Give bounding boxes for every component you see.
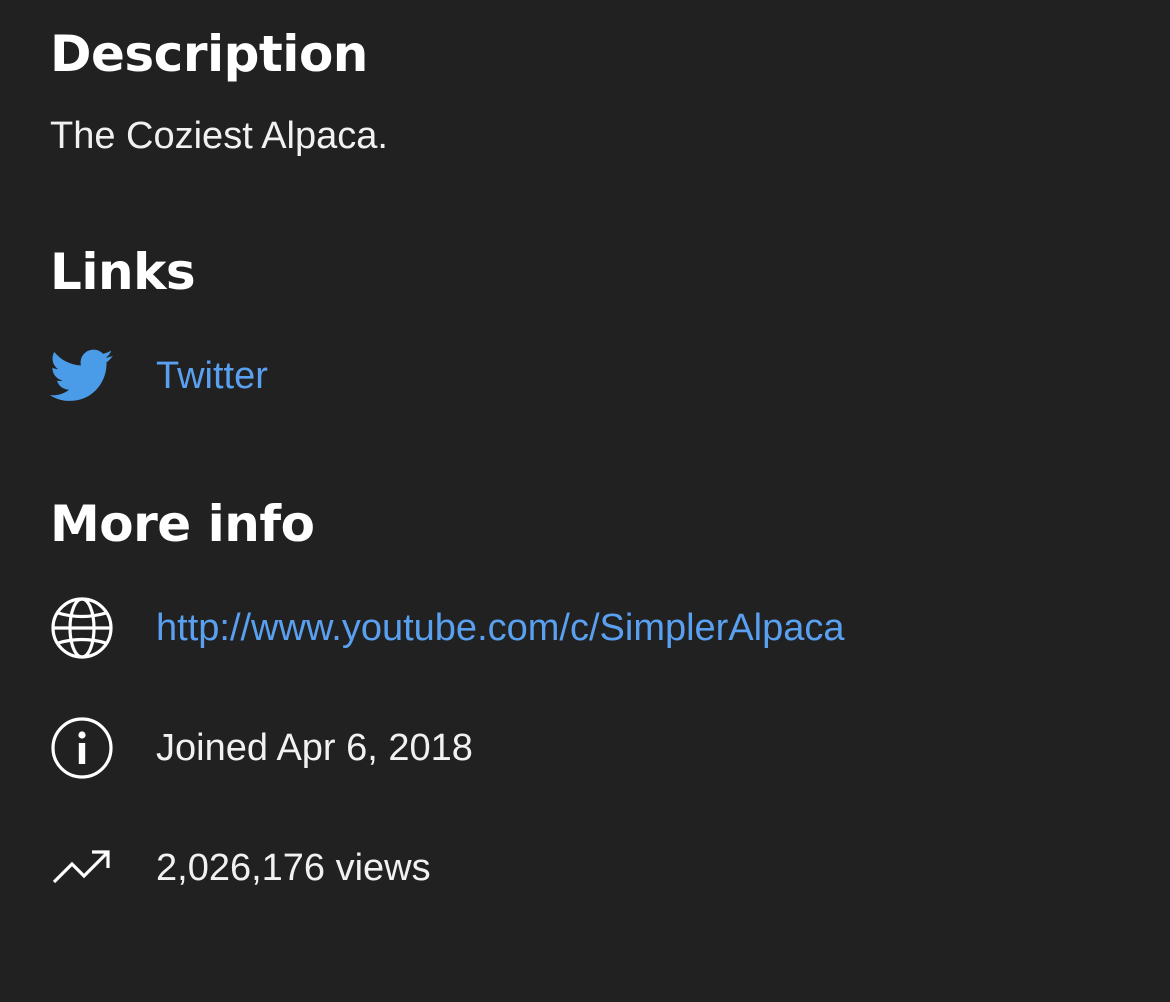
twitter-link[interactable]: Twitter xyxy=(156,352,268,400)
description-heading: Description xyxy=(50,25,368,83)
twitter-link-row[interactable]: Twitter xyxy=(50,344,268,408)
views-row: 2,026,176 views xyxy=(50,836,431,900)
info-icon xyxy=(50,716,116,780)
twitter-icon xyxy=(50,344,116,408)
more-info-heading: More info xyxy=(50,495,315,553)
links-heading: Links xyxy=(50,243,196,301)
channel-url-row[interactable]: http://www.youtube.com/c/SimplerAlpaca xyxy=(50,596,845,660)
joined-row: Joined Apr 6, 2018 xyxy=(50,716,473,780)
joined-date: Joined Apr 6, 2018 xyxy=(156,727,473,769)
trending-up-icon xyxy=(50,836,116,900)
views-count: 2,026,176 views xyxy=(156,847,431,889)
description-text: The Coziest Alpaca. xyxy=(50,115,388,157)
channel-url-link[interactable]: http://www.youtube.com/c/SimplerAlpaca xyxy=(156,604,845,652)
globe-icon xyxy=(50,596,116,660)
